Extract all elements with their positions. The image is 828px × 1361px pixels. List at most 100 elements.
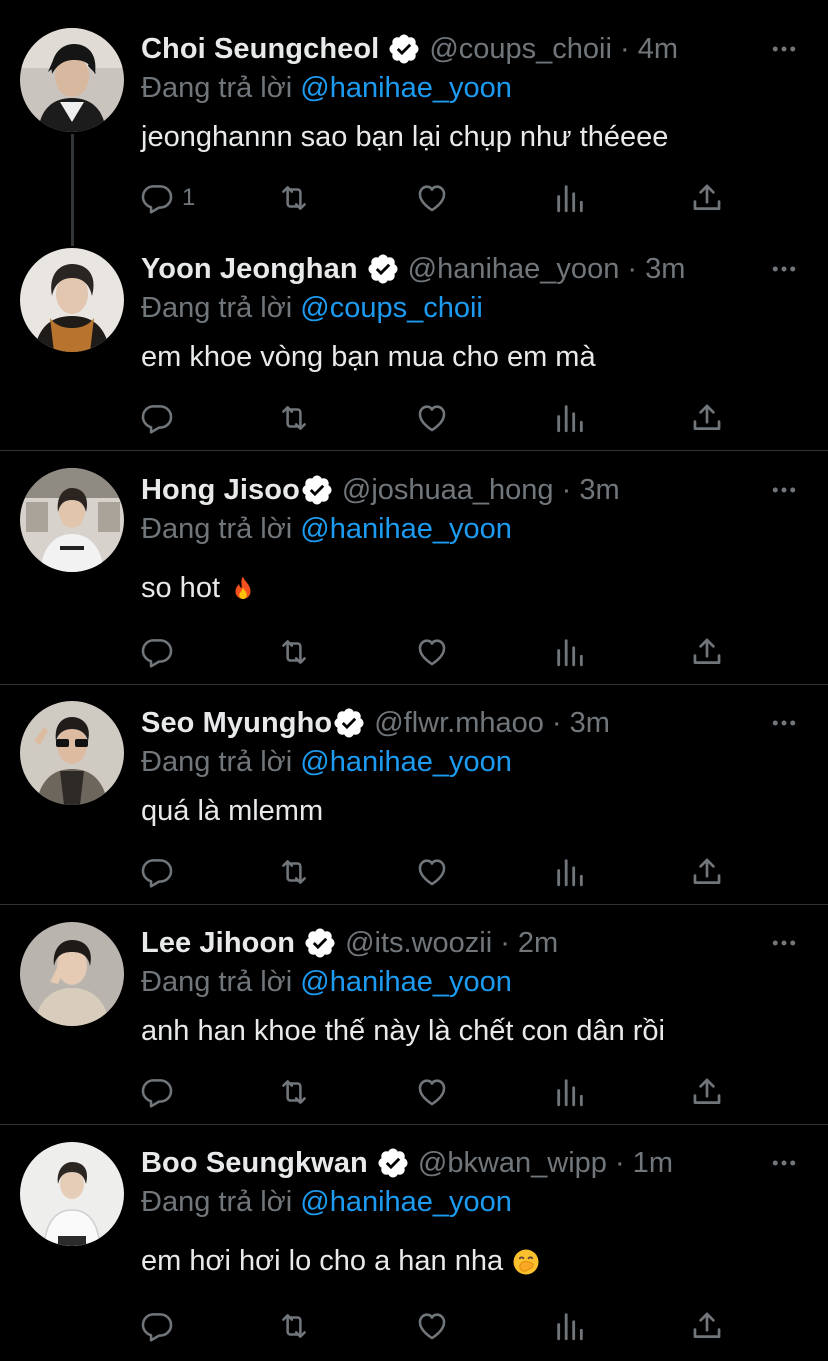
retweet-icon bbox=[277, 1309, 311, 1343]
display-name[interactable]: Choi Seungcheol bbox=[141, 33, 379, 66]
tweet-header: Seo Myungho @flwr.mhaoo · 3m bbox=[141, 703, 808, 743]
reply-button[interactable] bbox=[140, 852, 174, 892]
mention-link[interactable]: @hanihae_yoon bbox=[300, 966, 512, 998]
like-button[interactable] bbox=[415, 1072, 449, 1112]
replying-to: Đang trả lời @hanihae_yoon bbox=[141, 746, 512, 779]
action-bar bbox=[140, 398, 730, 438]
display-name[interactable]: Yoon Jeonghan bbox=[141, 253, 358, 286]
tweet-body: jeonghannn sao bạn lại chụp như théeee bbox=[141, 121, 669, 153]
replying-to-label: Đang trả lời bbox=[141, 1186, 301, 1218]
like-button[interactable] bbox=[415, 178, 449, 218]
views-icon bbox=[553, 1309, 587, 1343]
tweet-text: jeonghannn sao bạn lại chụp như théeee bbox=[141, 121, 668, 154]
tweet-body: quá là mlemm bbox=[141, 795, 324, 827]
views-button[interactable] bbox=[553, 632, 587, 672]
retweet-icon bbox=[277, 181, 311, 215]
reply-button[interactable] bbox=[140, 1072, 174, 1112]
share-button[interactable] bbox=[690, 398, 724, 438]
reply-icon bbox=[140, 181, 174, 215]
views-icon bbox=[553, 181, 587, 215]
mention-link[interactable]: @hanihae_yoon bbox=[300, 513, 512, 545]
display-name[interactable]: Seo Myungho bbox=[141, 707, 332, 740]
retweet-icon bbox=[277, 401, 311, 435]
views-button[interactable] bbox=[553, 178, 587, 218]
mention-link[interactable]: @hanihae_yoon bbox=[300, 746, 512, 778]
tweet[interactable]: Hong Jisoo @joshuaa_hong · 3m Đang trả l… bbox=[0, 451, 828, 684]
reply-button[interactable] bbox=[140, 632, 174, 672]
replying-to-label: Đang trả lời bbox=[141, 966, 301, 998]
handle-timestamp: @coups_choii · 4m bbox=[429, 32, 678, 65]
retweet-button[interactable] bbox=[277, 398, 311, 438]
views-icon bbox=[553, 1075, 587, 1109]
tweet-text: so hot bbox=[141, 572, 258, 605]
share-button[interactable] bbox=[690, 1072, 724, 1112]
reply-icon bbox=[140, 1075, 174, 1109]
retweet-icon bbox=[277, 635, 311, 669]
more-options-icon[interactable] bbox=[766, 251, 802, 287]
reply-button[interactable] bbox=[140, 1306, 174, 1346]
verified-badge-icon bbox=[366, 252, 400, 286]
views-button[interactable] bbox=[553, 852, 587, 892]
tweet[interactable]: Yoon Jeonghan @hanihae_yoon · 3m Đang tr… bbox=[0, 230, 828, 450]
more-options-icon[interactable] bbox=[766, 31, 802, 67]
display-name[interactable]: Hong Jisoo bbox=[141, 474, 300, 507]
mention-link[interactable]: @coups_choii bbox=[300, 292, 483, 324]
reply-button[interactable] bbox=[140, 398, 174, 438]
more-options-icon[interactable] bbox=[766, 705, 802, 741]
like-button[interactable] bbox=[415, 632, 449, 672]
like-button[interactable] bbox=[415, 1306, 449, 1346]
share-button[interactable] bbox=[690, 178, 724, 218]
tweet[interactable]: Boo Seungkwan @bkwan_wipp · 1m Đang trả … bbox=[0, 1125, 828, 1361]
share-button[interactable] bbox=[690, 852, 724, 892]
avatar-beige-sweater-icon[interactable] bbox=[20, 922, 124, 1026]
action-bar: 1 bbox=[140, 178, 730, 218]
mention-link[interactable]: @hanihae_yoon bbox=[300, 72, 512, 104]
share-button[interactable] bbox=[690, 1306, 724, 1346]
more-options-icon[interactable] bbox=[766, 1145, 802, 1181]
views-button[interactable] bbox=[553, 1072, 587, 1112]
tweet[interactable]: Lee Jihoon @its.woozii · 2m Đang trả lời… bbox=[0, 905, 828, 1124]
avatar-white-tee-icon[interactable] bbox=[20, 468, 124, 572]
display-name[interactable]: Boo Seungkwan bbox=[141, 1147, 368, 1180]
reply-icon bbox=[140, 1309, 174, 1343]
avatar-white-shirt-icon[interactable] bbox=[20, 1142, 124, 1246]
retweet-button[interactable] bbox=[277, 1072, 311, 1112]
heart-icon bbox=[415, 401, 449, 435]
tweet-text: quá là mlemm bbox=[141, 795, 323, 828]
retweet-button[interactable] bbox=[277, 1306, 311, 1346]
fire-emoji-icon bbox=[235, 576, 251, 599]
handle-timestamp: @flwr.mhaoo · 3m bbox=[374, 706, 610, 739]
avatar-dark-hair-icon[interactable] bbox=[20, 28, 124, 132]
mention-link[interactable]: @hanihae_yoon bbox=[300, 1186, 512, 1218]
tweet-header: Lee Jihoon @its.woozii · 2m bbox=[141, 923, 808, 963]
replying-to-label: Đang trả lời bbox=[141, 292, 301, 324]
replying-to-label: Đang trả lời bbox=[141, 513, 301, 545]
tweet[interactable]: Seo Myungho @flwr.mhaoo · 3m Đang trả lờ… bbox=[0, 685, 828, 904]
like-button[interactable] bbox=[415, 398, 449, 438]
verified-badge-icon bbox=[387, 32, 421, 66]
verified-badge-icon bbox=[332, 706, 366, 740]
share-button[interactable] bbox=[690, 632, 724, 672]
retweet-button[interactable] bbox=[277, 632, 311, 672]
retweet-button[interactable] bbox=[277, 852, 311, 892]
like-button[interactable] bbox=[415, 852, 449, 892]
views-button[interactable] bbox=[553, 1306, 587, 1346]
replying-to: Đang trả lời @hanihae_yoon bbox=[141, 513, 512, 546]
views-button[interactable] bbox=[553, 398, 587, 438]
tweet-text: em hơi hơi lo cho a han nha bbox=[141, 1245, 541, 1278]
share-icon bbox=[690, 401, 724, 435]
replying-to: Đang trả lời @hanihae_yoon bbox=[141, 966, 512, 999]
more-options-icon[interactable] bbox=[766, 925, 802, 961]
retweet-button[interactable] bbox=[277, 178, 311, 218]
verified-badge-icon bbox=[376, 1146, 410, 1180]
tweet[interactable]: Choi Seungcheol @coups_choii · 4m Đang t… bbox=[0, 0, 828, 230]
avatar-sunglasses-icon[interactable] bbox=[20, 701, 124, 805]
replying-to: Đang trả lời @hanihae_yoon bbox=[141, 72, 512, 105]
display-name[interactable]: Lee Jihoon bbox=[141, 927, 295, 960]
replying-to-label: Đang trả lời bbox=[141, 746, 301, 778]
reply-button[interactable]: 1 bbox=[140, 178, 195, 218]
avatar-brown-scarf-icon[interactable] bbox=[20, 248, 124, 352]
more-options-icon[interactable] bbox=[766, 472, 802, 508]
heart-icon bbox=[415, 181, 449, 215]
views-icon bbox=[553, 855, 587, 889]
